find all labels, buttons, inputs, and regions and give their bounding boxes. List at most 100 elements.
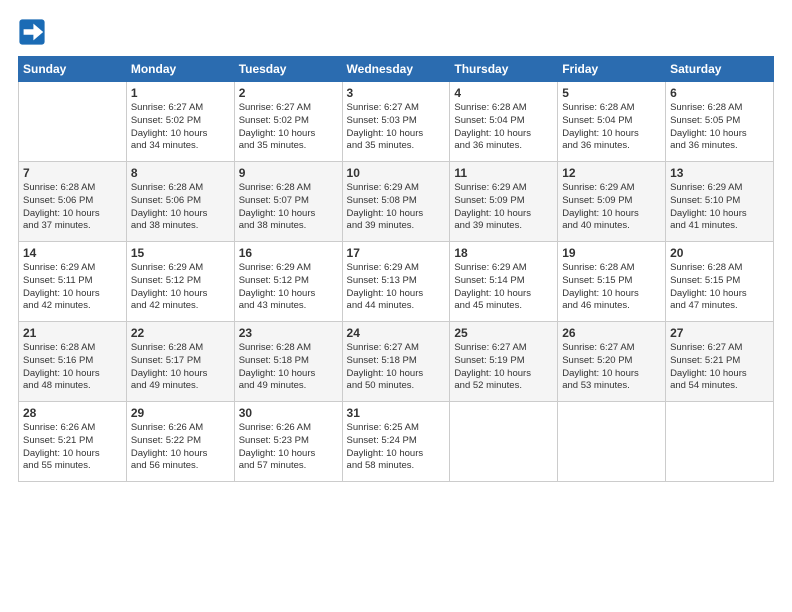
day-info: Sunrise: 6:25 AM Sunset: 5:24 PM Dayligh… — [347, 422, 446, 473]
day-info: Sunrise: 6:27 AM Sunset: 5:19 PM Dayligh… — [454, 342, 553, 393]
header — [18, 18, 774, 46]
day-number: 13 — [670, 166, 769, 180]
day-info: Sunrise: 6:28 AM Sunset: 5:17 PM Dayligh… — [131, 342, 230, 393]
calendar-day-cell: 30 Sunrise: 6:26 AM Sunset: 5:23 PM Dayli… — [234, 402, 342, 482]
day-number: 11 — [454, 166, 553, 180]
calendar-day-cell: 16 Sunrise: 6:29 AM Sunset: 5:12 PM Dayli… — [234, 242, 342, 322]
day-number: 10 — [347, 166, 446, 180]
day-info: Sunrise: 6:28 AM Sunset: 5:16 PM Dayligh… — [23, 342, 122, 393]
day-number: 17 — [347, 246, 446, 260]
calendar-day-cell: 24 Sunrise: 6:27 AM Sunset: 5:18 PM Dayli… — [342, 322, 450, 402]
calendar-day-cell: 27Sunrise: 6:27 AM Sunset: 5:21 PM Dayli… — [666, 322, 774, 402]
day-number: 7 — [23, 166, 122, 180]
calendar-week-row: 7 Sunrise: 6:28 AM Sunset: 5:06 PM Daylig… — [19, 162, 774, 242]
calendar-day-cell: 18 Sunrise: 6:29 AM Sunset: 5:14 PM Dayli… — [450, 242, 558, 322]
weekday-header-cell: Thursday — [450, 57, 558, 82]
calendar-body: 1 Sunrise: 6:27 AM Sunset: 5:02 PM Daylig… — [19, 82, 774, 482]
calendar-day-cell: 21 Sunrise: 6:28 AM Sunset: 5:16 PM Dayli… — [19, 322, 127, 402]
calendar-week-row: 21 Sunrise: 6:28 AM Sunset: 5:16 PM Dayli… — [19, 322, 774, 402]
day-number: 27 — [670, 326, 769, 340]
day-number: 4 — [454, 86, 553, 100]
day-info: Sunrise: 6:26 AM Sunset: 5:21 PM Dayligh… — [23, 422, 122, 473]
day-number: 3 — [347, 86, 446, 100]
calendar-day-cell: 23 Sunrise: 6:28 AM Sunset: 5:18 PM Dayli… — [234, 322, 342, 402]
day-number: 25 — [454, 326, 553, 340]
calendar-day-cell: 7 Sunrise: 6:28 AM Sunset: 5:06 PM Daylig… — [19, 162, 127, 242]
day-number: 12 — [562, 166, 661, 180]
day-info: Sunrise: 6:29 AM Sunset: 5:11 PM Dayligh… — [23, 262, 122, 313]
page-container: SundayMondayTuesdayWednesdayThursdayFrid… — [0, 0, 792, 492]
day-info: Sunrise: 6:28 AM Sunset: 5:07 PM Dayligh… — [239, 182, 338, 233]
weekday-header-cell: Tuesday — [234, 57, 342, 82]
calendar-day-cell: 31 Sunrise: 6:25 AM Sunset: 5:24 PM Dayli… — [342, 402, 450, 482]
day-number: 22 — [131, 326, 230, 340]
day-number: 14 — [23, 246, 122, 260]
calendar-day-cell: 26Sunrise: 6:27 AM Sunset: 5:20 PM Dayli… — [558, 322, 666, 402]
day-number: 1 — [131, 86, 230, 100]
calendar-day-cell: 1Sunrise: 6:27 AM Sunset: 5:02 PM Daylig… — [126, 82, 234, 162]
calendar-day-cell: 6 Sunrise: 6:28 AM Sunset: 5:05 PM Daylig… — [666, 82, 774, 162]
day-number: 21 — [23, 326, 122, 340]
day-number: 5 — [562, 86, 661, 100]
day-info: Sunrise: 6:29 AM Sunset: 5:14 PM Dayligh… — [454, 262, 553, 313]
logo — [18, 18, 50, 46]
day-info: Sunrise: 6:29 AM Sunset: 5:10 PM Dayligh… — [670, 182, 769, 233]
day-info: Sunrise: 6:29 AM Sunset: 5:09 PM Dayligh… — [454, 182, 553, 233]
day-number: 19 — [562, 246, 661, 260]
day-info: Sunrise: 6:28 AM Sunset: 5:04 PM Dayligh… — [562, 102, 661, 153]
day-number: 2 — [239, 86, 338, 100]
day-info: Sunrise: 6:28 AM Sunset: 5:15 PM Dayligh… — [670, 262, 769, 313]
day-number: 23 — [239, 326, 338, 340]
calendar-day-cell — [666, 402, 774, 482]
weekday-header-cell: Monday — [126, 57, 234, 82]
day-number: 24 — [347, 326, 446, 340]
calendar-day-cell: 15Sunrise: 6:29 AM Sunset: 5:12 PM Dayli… — [126, 242, 234, 322]
day-info: Sunrise: 6:29 AM Sunset: 5:12 PM Dayligh… — [239, 262, 338, 313]
day-number: 18 — [454, 246, 553, 260]
calendar-day-cell: 10 Sunrise: 6:29 AM Sunset: 5:08 PM Dayli… — [342, 162, 450, 242]
day-number: 16 — [239, 246, 338, 260]
calendar-day-cell: 29Sunrise: 6:26 AM Sunset: 5:22 PM Dayli… — [126, 402, 234, 482]
day-info: Sunrise: 6:28 AM Sunset: 5:06 PM Dayligh… — [23, 182, 122, 233]
weekday-header-cell: Friday — [558, 57, 666, 82]
day-number: 28 — [23, 406, 122, 420]
calendar-day-cell: 28 Sunrise: 6:26 AM Sunset: 5:21 PM Dayli… — [19, 402, 127, 482]
calendar-day-cell: 12 Sunrise: 6:29 AM Sunset: 5:09 PM Dayli… — [558, 162, 666, 242]
calendar-day-cell: 2 Sunrise: 6:27 AM Sunset: 5:02 PM Daylig… — [234, 82, 342, 162]
weekday-header-cell: Saturday — [666, 57, 774, 82]
day-number: 30 — [239, 406, 338, 420]
calendar-day-cell: 20 Sunrise: 6:28 AM Sunset: 5:15 PM Dayli… — [666, 242, 774, 322]
day-info: Sunrise: 6:28 AM Sunset: 5:18 PM Dayligh… — [239, 342, 338, 393]
calendar-week-row: 28 Sunrise: 6:26 AM Sunset: 5:21 PM Dayli… — [19, 402, 774, 482]
day-info: Sunrise: 6:27 AM Sunset: 5:02 PM Dayligh… — [239, 102, 338, 153]
calendar-day-cell — [450, 402, 558, 482]
day-number: 31 — [347, 406, 446, 420]
calendar-day-cell: 3 Sunrise: 6:27 AM Sunset: 5:03 PM Daylig… — [342, 82, 450, 162]
day-info: Sunrise: 6:28 AM Sunset: 5:04 PM Dayligh… — [454, 102, 553, 153]
logo-icon — [18, 18, 46, 46]
calendar-day-cell — [558, 402, 666, 482]
day-info: Sunrise: 6:27 AM Sunset: 5:03 PM Dayligh… — [347, 102, 446, 153]
day-info: Sunrise: 6:27 AM Sunset: 5:18 PM Dayligh… — [347, 342, 446, 393]
day-info: Sunrise: 6:28 AM Sunset: 5:15 PM Dayligh… — [562, 262, 661, 313]
calendar-day-cell: 17 Sunrise: 6:29 AM Sunset: 5:13 PM Dayli… — [342, 242, 450, 322]
day-info: Sunrise: 6:26 AM Sunset: 5:23 PM Dayligh… — [239, 422, 338, 473]
calendar-week-row: 14 Sunrise: 6:29 AM Sunset: 5:11 PM Dayli… — [19, 242, 774, 322]
calendar-day-cell — [19, 82, 127, 162]
calendar-day-cell: 25 Sunrise: 6:27 AM Sunset: 5:19 PM Dayli… — [450, 322, 558, 402]
calendar-day-cell: 11 Sunrise: 6:29 AM Sunset: 5:09 PM Dayli… — [450, 162, 558, 242]
weekday-header-cell: Wednesday — [342, 57, 450, 82]
day-info: Sunrise: 6:28 AM Sunset: 5:05 PM Dayligh… — [670, 102, 769, 153]
day-number: 15 — [131, 246, 230, 260]
day-number: 6 — [670, 86, 769, 100]
calendar-day-cell: 13 Sunrise: 6:29 AM Sunset: 5:10 PM Dayli… — [666, 162, 774, 242]
day-info: Sunrise: 6:29 AM Sunset: 5:13 PM Dayligh… — [347, 262, 446, 313]
day-number: 20 — [670, 246, 769, 260]
day-info: Sunrise: 6:29 AM Sunset: 5:08 PM Dayligh… — [347, 182, 446, 233]
day-info: Sunrise: 6:26 AM Sunset: 5:22 PM Dayligh… — [131, 422, 230, 473]
day-info: Sunrise: 6:29 AM Sunset: 5:09 PM Dayligh… — [562, 182, 661, 233]
calendar-day-cell: 5 Sunrise: 6:28 AM Sunset: 5:04 PM Daylig… — [558, 82, 666, 162]
calendar-week-row: 1 Sunrise: 6:27 AM Sunset: 5:02 PM Daylig… — [19, 82, 774, 162]
day-number: 26 — [562, 326, 661, 340]
calendar-day-cell: 4 Sunrise: 6:28 AM Sunset: 5:04 PM Daylig… — [450, 82, 558, 162]
